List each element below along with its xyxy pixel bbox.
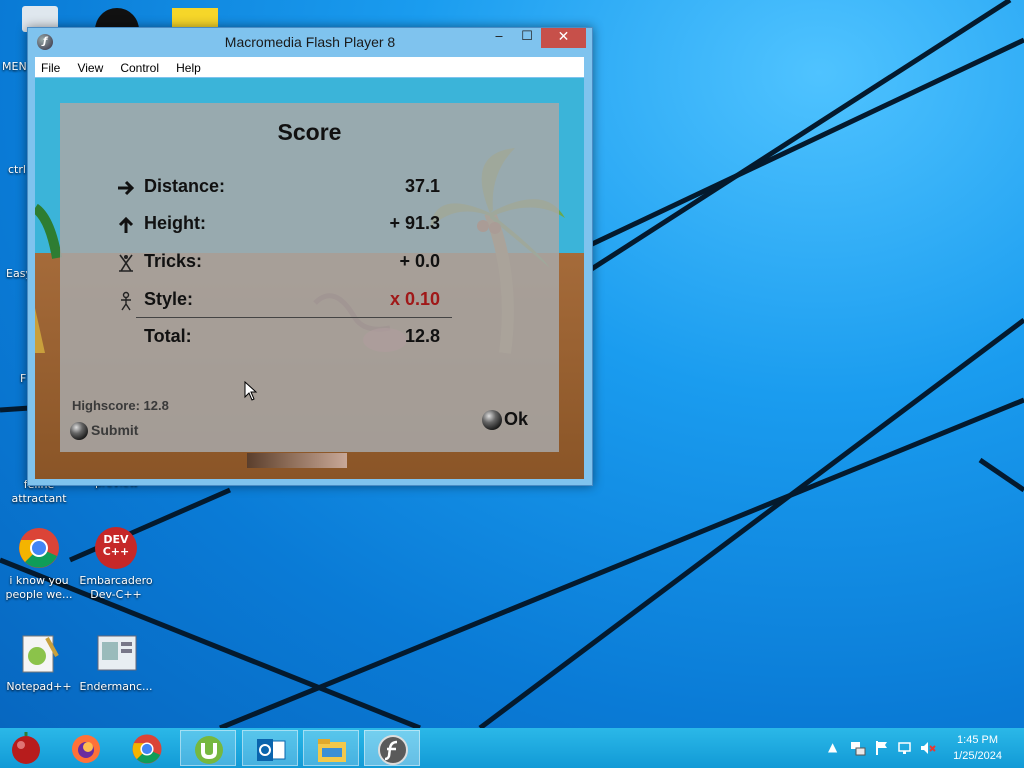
- volume-muted-icon[interactable]: [920, 740, 936, 756]
- desktop-icon-label: i know you people we...: [5, 574, 73, 601]
- submit-label: Submit: [91, 422, 139, 438]
- submit-button[interactable]: Submit: [70, 422, 139, 441]
- maximize-button[interactable]: ☐: [512, 28, 542, 48]
- window-app-icon: [94, 632, 138, 676]
- arrow-up-icon: [118, 216, 134, 233]
- desktop-icon-chrome-shortcut[interactable]: i know you people we...: [1, 526, 77, 602]
- score-title: Score: [277, 119, 342, 145]
- taskbar-file-explorer[interactable]: [303, 730, 359, 766]
- menu-bar: File View Control Help: [35, 57, 584, 77]
- desktop-icon-endermanc[interactable]: Endermanc...: [78, 632, 154, 694]
- desktop-label-men: MEN: [2, 60, 27, 73]
- desktop-icon-notepadpp[interactable]: Notepad++: [1, 632, 77, 694]
- outlook-icon: [257, 739, 286, 761]
- app-icon-yellow[interactable]: [172, 8, 218, 28]
- style-value: x 0.10: [389, 289, 440, 309]
- folder-icon: [318, 739, 346, 762]
- taskbar-firefox[interactable]: [58, 730, 114, 766]
- score-panel: Score Distance: 37.1 Height: + 91.3 Tric…: [60, 103, 559, 452]
- taskbar-utorrent[interactable]: [180, 730, 236, 766]
- mouse-cursor-icon: [244, 381, 258, 401]
- show-hidden-icons-icon[interactable]: ▲: [828, 740, 837, 754]
- desktop-label-f: F: [20, 372, 27, 385]
- desktop-icon-devcpp[interactable]: DEV C++ Embarcadero Dev-C++: [78, 526, 154, 602]
- tricks-value: + 0.0: [399, 251, 440, 271]
- flash-stage[interactable]: Score Distance: 37.1 Height: + 91.3 Tric…: [35, 78, 584, 479]
- power-bar: [247, 453, 347, 468]
- score-row-height: Height: + 91.3: [116, 213, 440, 237]
- chrome-icon: [17, 526, 61, 570]
- taskbar-flash-player[interactable]: [364, 730, 420, 766]
- network-devices-icon[interactable]: [850, 740, 866, 756]
- devcpp-icon: DEV C++: [94, 526, 138, 570]
- taskbar-chrome[interactable]: [119, 730, 175, 766]
- flash-player-window[interactable]: ƒ Macromedia Flash Player 8 ‒ ☐ ✕ File V…: [27, 27, 593, 486]
- distance-label: Distance:: [144, 176, 226, 196]
- highscore-text: Highscore: 12.8: [72, 398, 169, 413]
- desktop-label-ctrl: ctrl: [8, 163, 26, 176]
- utorrent-icon: [195, 736, 223, 764]
- desktop-icon-label: Notepad++: [6, 680, 72, 693]
- total-label: Total:: [144, 326, 192, 346]
- start-button[interactable]: [0, 730, 52, 766]
- score-row-style: Style: x 0.10: [116, 289, 440, 313]
- score-row-total: Total: 12.8: [116, 326, 440, 350]
- start-orb-icon: [12, 732, 40, 764]
- menu-help[interactable]: Help: [170, 58, 207, 75]
- score-row-tricks: Tricks: + 0.0: [116, 251, 440, 275]
- firefox-icon: [72, 735, 100, 763]
- ok-button[interactable]: Ok: [482, 409, 529, 431]
- ok-ball-icon: [482, 410, 502, 431]
- total-divider: [136, 317, 452, 318]
- clock-time: 1:45 PM: [957, 734, 999, 746]
- title-bar[interactable]: ƒ Macromedia Flash Player 8 ‒ ☐ ✕: [28, 28, 592, 56]
- score-row-distance: Distance: 37.1: [116, 176, 440, 200]
- arrow-right-icon: [118, 180, 135, 196]
- distance-value: 37.1: [404, 176, 440, 196]
- submit-ball-icon: [70, 422, 88, 441]
- flash-player-icon: [378, 735, 408, 765]
- taskbar-outlook[interactable]: [242, 730, 298, 766]
- tricks-label: Tricks:: [144, 251, 203, 271]
- height-value: + 91.3: [389, 213, 440, 233]
- stick-figure-icon: [121, 291, 131, 311]
- height-label: Height:: [144, 213, 206, 233]
- notepadpp-icon: [17, 632, 61, 676]
- menu-view[interactable]: View: [71, 58, 109, 75]
- chrome-icon: [132, 734, 162, 764]
- devcpp-icon-text: DEV C++: [102, 533, 130, 558]
- clock-date: 1/25/2024: [953, 750, 1002, 762]
- menu-control[interactable]: Control: [114, 58, 165, 75]
- network-icon[interactable]: [898, 740, 914, 756]
- total-value: 12.8: [404, 326, 440, 346]
- minimize-button[interactable]: ‒: [484, 28, 514, 48]
- action-center-flag-icon[interactable]: [874, 740, 890, 756]
- close-button[interactable]: ✕: [541, 28, 586, 48]
- desktop-icon-label: Endermanc...: [79, 680, 153, 693]
- tricks-icon: [119, 254, 133, 272]
- style-label: Style:: [144, 289, 194, 309]
- ok-label: Ok: [504, 409, 529, 429]
- system-clock[interactable]: 1:45 PM 1/25/2024: [953, 732, 1002, 764]
- desktop-icon-label: Embarcadero Dev-C++: [79, 574, 153, 601]
- taskbar: ▲ 1:45 PM 1/25/2024: [0, 728, 1024, 768]
- menu-file[interactable]: File: [35, 58, 66, 75]
